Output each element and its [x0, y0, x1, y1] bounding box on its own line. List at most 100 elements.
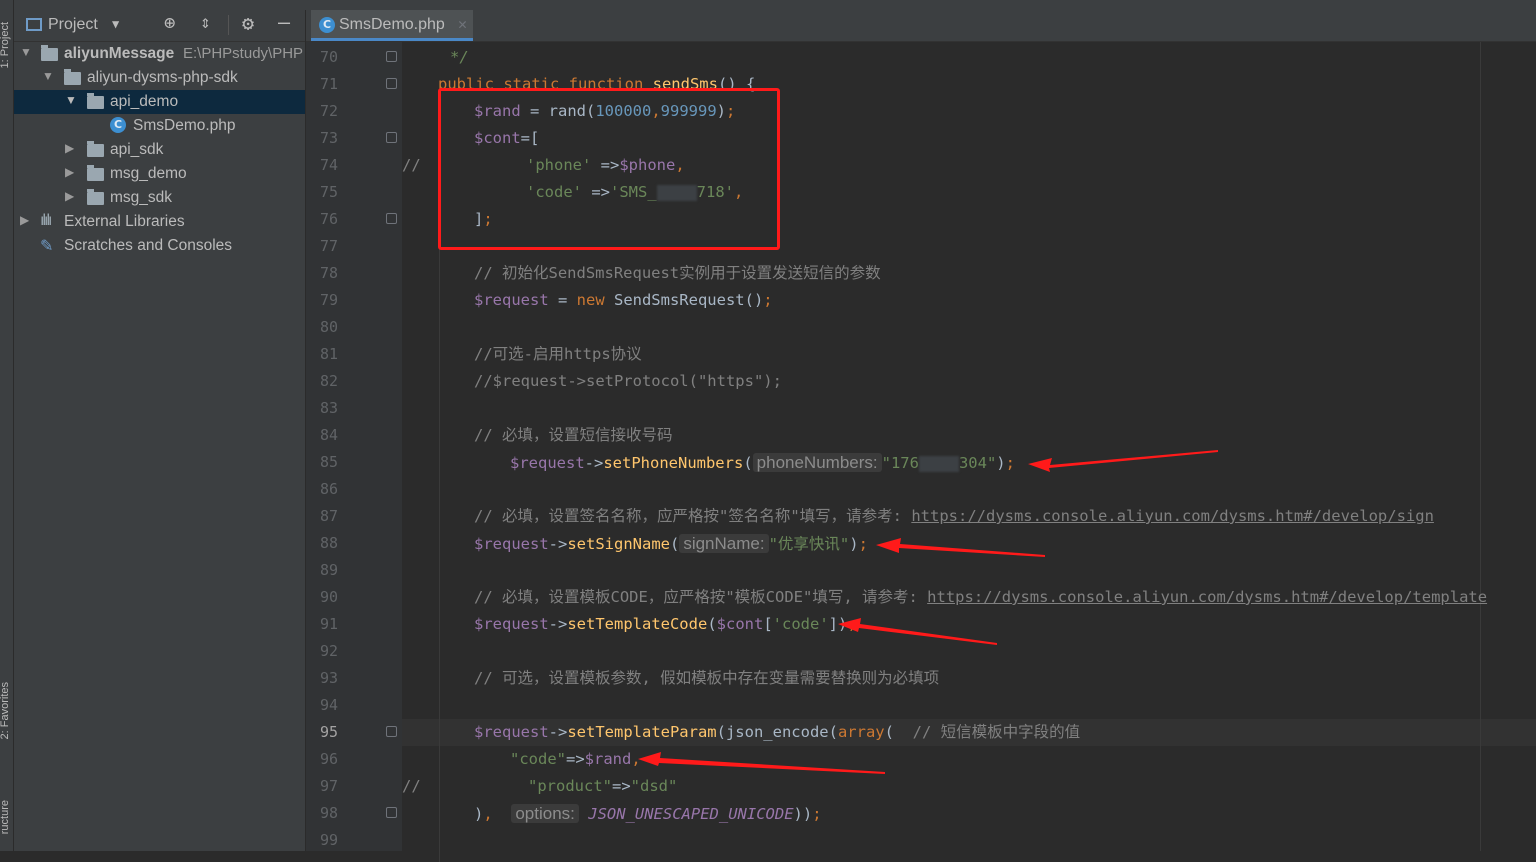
folder-icon [87, 189, 104, 205]
code-line-79: $request = new SendSmsRequest(); [474, 291, 773, 309]
tree-item-msg-demo[interactable]: ▶ msg_demo [14, 162, 305, 186]
line-number: 93 [320, 669, 339, 687]
expand-arrow-icon[interactable]: ▼ [42, 69, 54, 83]
line-number: 94 [320, 696, 339, 714]
line-number: 98 [320, 804, 339, 822]
param-hint: phoneNumbers: [752, 453, 882, 472]
collapse-all-icon[interactable]: ⇕ [200, 12, 211, 33]
editor-tab-bar: C SmsDemo.php ✕ [306, 10, 1536, 42]
fold-marker-icon[interactable] [386, 213, 397, 224]
code-line-97-body: "product"=>"dsd" [528, 777, 678, 795]
line-number: 70 [320, 48, 339, 66]
tree-item-api-demo[interactable]: ▼ api_demo [14, 90, 305, 114]
fold-marker-icon[interactable] [386, 132, 397, 143]
sign-doc-link[interactable]: https://dysms.console.aliyun.com/dysms.h… [911, 507, 1434, 525]
folder-icon [64, 69, 81, 85]
tool-window-strip: 1: Project 2: Favorites ructure [0, 0, 14, 851]
param-hint: signName: [679, 534, 769, 553]
line-number: 88 [320, 534, 339, 552]
expand-arrow-icon[interactable]: ▼ [20, 45, 32, 59]
expand-arrow-icon[interactable]: ▶ [65, 141, 74, 155]
project-view-selector[interactable]: Project [48, 16, 98, 34]
folder-icon [87, 93, 104, 109]
line-number: 79 [320, 291, 339, 309]
line-number: 97 [320, 777, 339, 795]
line-number: 76 [320, 210, 339, 228]
code-line-88: $request->setSignName(signName: "优享快讯"); [474, 534, 868, 553]
toolbar-divider [228, 15, 229, 35]
code-line-78: // 初始化SendSmsRequest实例用于设置发送短信的参数 [474, 264, 881, 282]
redacted-block [918, 455, 959, 472]
line-number: 91 [320, 615, 339, 633]
project-view-icon [26, 18, 42, 31]
line-number: 87 [320, 507, 339, 525]
code-line-97: // [402, 777, 421, 795]
fold-marker-icon[interactable] [386, 807, 397, 818]
line-number: 86 [320, 480, 339, 498]
line-number: 95 [320, 723, 339, 741]
line-number: 72 [320, 102, 339, 120]
tree-item-aliyun-dysms-php-sdk[interactable]: ▼ aliyun-dysms-php-sdk [14, 66, 305, 90]
fold-marker-icon[interactable] [386, 78, 397, 89]
line-number: 96 [320, 750, 339, 768]
code-line-98: ), options: JSON_UNESCAPED_UNICODE)); [474, 804, 822, 823]
project-panel: Project ▼ ⊕ ⇕ ⚙ — ▼ aliyunMessage E:\PHP… [14, 0, 305, 851]
line-number: 89 [320, 561, 339, 579]
favorites-tool-tab[interactable]: 2: Favorites [0, 682, 11, 739]
line-number: 80 [320, 318, 339, 336]
code-line-81: //可选-启用https协议 [474, 345, 642, 363]
fold-marker-icon[interactable] [386, 51, 397, 62]
line-number: 71 [320, 75, 339, 93]
line-number: 73 [320, 129, 339, 147]
tree-item-msg-sdk[interactable]: ▶ msg_sdk [14, 186, 305, 210]
expand-arrow-icon[interactable]: ▶ [65, 165, 74, 179]
hide-panel-icon[interactable]: — [278, 10, 290, 34]
code-line-95: $request->setTemplateParam(json_encode(a… [474, 723, 1081, 741]
template-doc-link[interactable]: https://dysms.console.aliyun.com/dysms.h… [927, 588, 1487, 606]
code-line-85: $request->setPhoneNumbers(phoneNumbers: "… [510, 453, 1015, 472]
expand-arrow-icon[interactable]: ▼ [65, 93, 77, 107]
tree-item-api-sdk[interactable]: ▶ api_sdk [14, 138, 305, 162]
folder-icon [41, 45, 58, 61]
tree-item-scratches[interactable]: ✎ Scratches and Consoles [14, 234, 305, 258]
gear-icon[interactable]: ⚙ [242, 11, 254, 35]
library-icon: ılılı [40, 212, 53, 229]
fold-marker-icon[interactable] [386, 726, 397, 737]
chevron-down-icon[interactable]: ▼ [112, 17, 119, 31]
tree-item-aliyunmessage[interactable]: ▼ aliyunMessage E:\PHPstudy\PHP [14, 42, 305, 66]
code-line-70: */ [450, 48, 469, 66]
scratches-icon: ✎ [40, 238, 54, 255]
folder-icon [87, 165, 104, 181]
code-line-87: // 必填，设置签名名称，应严格按"签名名称"填写，请参考: https://d… [474, 507, 1434, 525]
param-hint: options: [511, 804, 579, 823]
annotation-red-box [438, 88, 780, 250]
php-class-file-icon: C [110, 117, 126, 133]
code-line-90: // 必填，设置模板CODE，应严格按"模板CODE"填写, 请参考: http… [474, 588, 1488, 606]
code-line-93: // 可选，设置模板参数, 假如模板中存在变量需要替换则为必填项 [474, 669, 940, 687]
locate-icon[interactable]: ⊕ [164, 12, 175, 34]
line-number: 90 [320, 588, 339, 606]
line-number: 75 [320, 183, 339, 201]
php-class-file-icon: C [319, 17, 335, 33]
project-tool-tab[interactable]: 1: Project [0, 22, 11, 68]
line-number: 85 [320, 453, 339, 471]
code-line-96: "code"=>$rand, [510, 750, 641, 768]
line-number: 81 [320, 345, 339, 363]
line-number: 92 [320, 642, 339, 660]
editor-gutter: 70 71 72 73 74 75 76 77 78 79 80 81 82 83 84 85 86 87 88 89… [306, 42, 402, 851]
line-number: 99 [320, 831, 339, 849]
line-number: 77 [320, 237, 339, 255]
expand-arrow-icon[interactable]: ▶ [65, 189, 74, 203]
line-number: 82 [320, 372, 339, 390]
tab-smsdemo-php[interactable]: C SmsDemo.php ✕ [311, 10, 473, 41]
code-line-91: $request->setTemplateCode($cont['code'])… [474, 615, 857, 633]
line-number: 78 [320, 264, 339, 282]
project-toolbar: Project ▼ ⊕ ⇕ ⚙ — [14, 10, 305, 42]
close-icon[interactable]: ✕ [458, 15, 467, 33]
structure-tool-tab[interactable]: ructure [0, 800, 11, 834]
tree-item-smsdemo-php[interactable]: C SmsDemo.php [14, 114, 305, 138]
expand-arrow-icon[interactable]: ▶ [20, 213, 29, 227]
tree-item-external-libraries[interactable]: ▶ ılılı External Libraries [14, 210, 305, 234]
code-line-84: // 必填，设置短信接收号码 [474, 426, 673, 444]
folder-icon [87, 141, 104, 157]
